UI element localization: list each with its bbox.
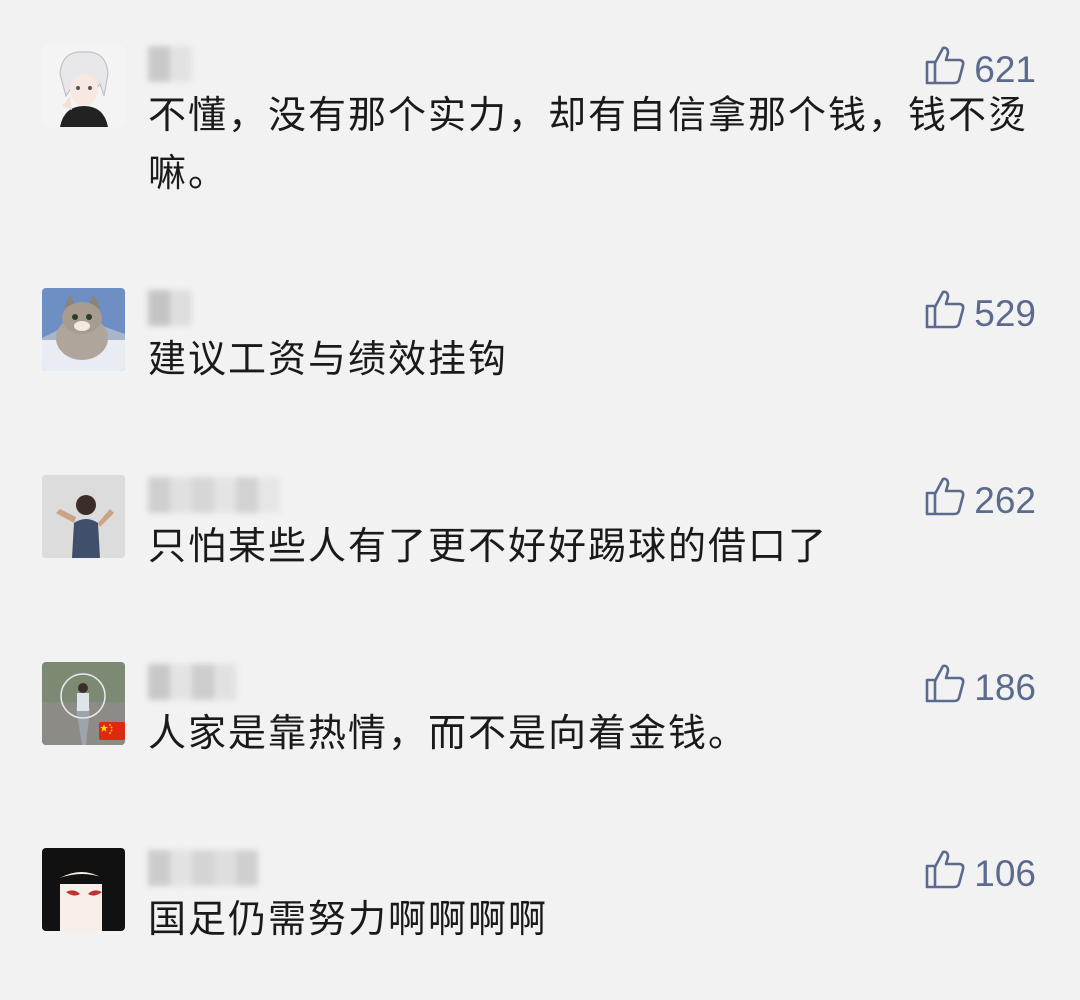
- comment-text: 只怕某些人有了更不好好踢球的借口了: [148, 524, 829, 568]
- avatar[interactable]: [42, 288, 125, 371]
- comment-text: 国足仍需努力啊啊啊啊: [148, 897, 549, 941]
- avatar[interactable]: [42, 475, 125, 558]
- username[interactable]: [148, 46, 192, 84]
- like-count: 262: [974, 479, 1036, 521]
- username[interactable]: [148, 290, 192, 328]
- username[interactable]: [148, 850, 258, 888]
- like-count: 621: [974, 48, 1036, 90]
- china-flag-icon: [99, 722, 125, 740]
- avatar[interactable]: [42, 848, 125, 931]
- comment-text: 不懂，没有那个实力，却有自信拿那个钱，钱不烫嘛。: [148, 93, 1029, 195]
- username[interactable]: [148, 664, 236, 702]
- like-count: 529: [974, 292, 1036, 334]
- like-count: 186: [974, 666, 1036, 708]
- comment-text: 建议工资与绩效挂钩: [148, 337, 509, 381]
- like-count: 106: [974, 852, 1036, 894]
- avatar[interactable]: [42, 44, 125, 127]
- username[interactable]: [148, 477, 280, 515]
- comment-text: 人家是靠热情，而不是向着金钱。: [148, 711, 749, 755]
